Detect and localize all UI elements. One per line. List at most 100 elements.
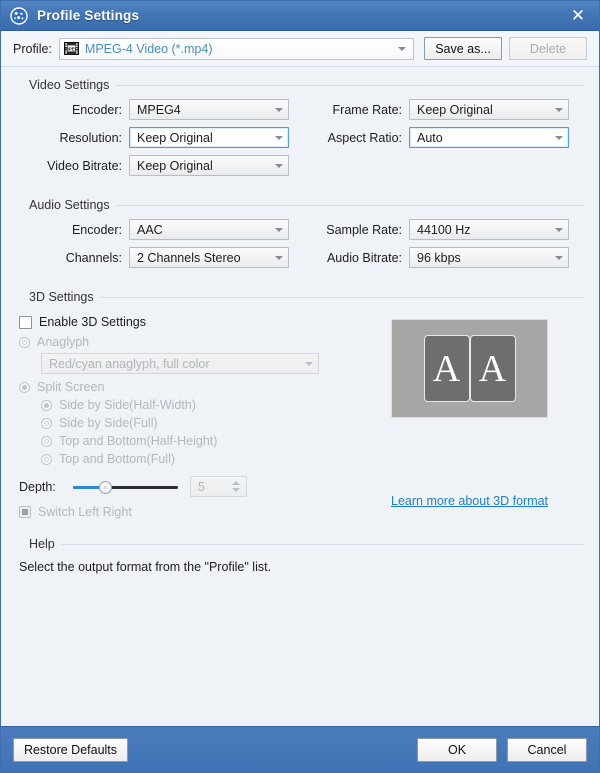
- audio-encoder-dropdown[interactable]: AAC: [129, 219, 289, 240]
- sample-rate-label: Sample Rate:: [326, 222, 402, 237]
- group-divider: [100, 296, 585, 298]
- audio-encoder-label: Encoder:: [71, 222, 122, 237]
- cancel-button[interactable]: Cancel: [507, 737, 587, 762]
- group-divider: [61, 543, 585, 545]
- switch-left-right-checkbox[interactable]: [19, 506, 31, 518]
- depth-slider-thumb[interactable]: [99, 480, 112, 494]
- depth-value: 5: [198, 479, 205, 494]
- learn-more-3d-link[interactable]: Learn more about 3D format: [391, 494, 548, 508]
- video-encoder-label: Encoder:: [71, 102, 122, 117]
- split-option-row-1[interactable]: Side by Side(Full): [41, 416, 385, 430]
- chevron-up-icon[interactable]: [231, 481, 240, 485]
- chevron-down-icon: [305, 361, 313, 366]
- depth-label: Depth:: [19, 479, 56, 494]
- split-screen-radio[interactable]: [19, 381, 30, 393]
- switch-left-right-row[interactable]: Switch Left Right: [19, 505, 385, 519]
- help-header: Help: [15, 537, 585, 551]
- chevron-down-icon: [275, 135, 283, 140]
- chevron-down-icon: [555, 255, 563, 260]
- ok-button[interactable]: OK: [417, 737, 497, 762]
- profile-label: Profile:: [13, 41, 52, 56]
- audio-encoder-value: AAC: [137, 222, 163, 237]
- video-bitrate-dropdown[interactable]: Keep Original: [129, 155, 289, 176]
- aspect-ratio-label: Aspect Ratio:: [327, 130, 402, 145]
- chevron-down-icon: [275, 255, 283, 260]
- split-screen-label: Split Screen: [37, 380, 105, 394]
- chevron-down-icon: [555, 107, 563, 112]
- preview-pane-right: A: [470, 336, 515, 401]
- chevron-down-icon: [275, 227, 283, 232]
- video-encoder-dropdown[interactable]: MPEG4: [129, 99, 289, 120]
- three-d-preview: A A: [391, 319, 548, 418]
- depth-row: Depth: 5: [19, 476, 385, 497]
- enable-3d-checkbox[interactable]: [19, 315, 32, 329]
- depth-slider[interactable]: [73, 480, 178, 494]
- dialog-footer: Restore Defaults OK Cancel: [1, 726, 599, 772]
- anaglyph-radio[interactable]: [19, 336, 30, 348]
- three-d-settings-title: 3D Settings: [29, 290, 94, 304]
- audio-bitrate-value: 96 kbps: [417, 250, 461, 265]
- split-option-row-2[interactable]: Top and Bottom(Half-Height): [41, 434, 385, 448]
- split-screen-radio-row[interactable]: Split Screen: [19, 380, 385, 394]
- profile-row: Profile: MPEG MPEG-4 Video (*.mp4) Save …: [1, 31, 599, 67]
- help-text: Select the output format from the "Profi…: [19, 560, 272, 574]
- anaglyph-label: Anaglyph: [37, 335, 90, 349]
- stepper-arrows[interactable]: [228, 481, 243, 492]
- video-row-1: Encoder: MPEG4 Frame Rate: Keep Original: [15, 99, 585, 120]
- resolution-dropdown[interactable]: Keep Original: [129, 127, 289, 148]
- chevron-down-icon[interactable]: [231, 488, 240, 492]
- profile-settings-dialog: Profile Settings ✕ Profile: MPEG MPEG-4 …: [0, 0, 600, 773]
- side-by-side-half-width-label: Side by Side(Half-Width): [59, 398, 196, 412]
- anaglyph-radio-row[interactable]: Anaglyph: [19, 335, 385, 349]
- three-d-settings-header: 3D Settings: [15, 290, 585, 304]
- top-bottom-half-height-label: Top and Bottom(Half-Height): [59, 434, 218, 448]
- dialog-body: Video Settings Encoder: MPEG4 Frame Rate…: [1, 67, 599, 726]
- resolution-label: Resolution:: [59, 130, 122, 145]
- chevron-down-icon: [398, 46, 406, 51]
- resolution-value: Keep Original: [137, 130, 213, 145]
- chevron-down-icon: [555, 227, 563, 232]
- audio-bitrate-label: Audio Bitrate:: [326, 250, 402, 265]
- side-by-side-full-radio[interactable]: [41, 417, 52, 429]
- top-bottom-full-label: Top and Bottom(Full): [59, 452, 176, 466]
- chevron-down-icon: [275, 107, 283, 112]
- audio-settings-title: Audio Settings: [29, 198, 110, 212]
- chevron-down-icon: [275, 163, 283, 168]
- side-by-side-half-width-radio[interactable]: [41, 399, 52, 411]
- audio-bitrate-dropdown[interactable]: 96 kbps: [409, 247, 569, 268]
- save-as-button[interactable]: Save as...: [424, 37, 502, 60]
- top-bottom-half-height-radio[interactable]: [41, 435, 52, 447]
- frame-rate-label: Frame Rate:: [332, 102, 402, 117]
- anaglyph-type-dropdown[interactable]: Red/cyan anaglyph, full color: [41, 353, 319, 374]
- switch-left-right-label: Switch Left Right: [38, 505, 132, 519]
- audio-row-2: Channels: 2 Channels Stereo Audio Bitrat…: [15, 247, 585, 268]
- svg-text:MPEG: MPEG: [65, 46, 79, 51]
- enable-3d-checkbox-row[interactable]: Enable 3D Settings: [19, 315, 385, 329]
- channels-dropdown[interactable]: 2 Channels Stereo: [129, 247, 289, 268]
- three-d-settings-group: 3D Settings Enable 3D Settings Anaglyph …: [15, 290, 585, 523]
- video-bitrate-label: Video Bitrate:: [47, 158, 122, 173]
- sample-rate-dropdown[interactable]: 44100 Hz: [409, 219, 569, 240]
- restore-defaults-button[interactable]: Restore Defaults: [13, 737, 128, 762]
- sample-rate-value: 44100 Hz: [417, 222, 471, 237]
- split-option-row-0[interactable]: Side by Side(Half-Width): [41, 398, 385, 412]
- group-divider: [116, 204, 585, 206]
- side-by-side-full-label: Side by Side(Full): [59, 416, 158, 430]
- window-title: Profile Settings: [37, 8, 140, 23]
- close-icon[interactable]: ✕: [563, 3, 593, 29]
- video-settings-title: Video Settings: [29, 78, 110, 92]
- top-bottom-full-radio[interactable]: [41, 453, 52, 465]
- video-settings-header: Video Settings: [15, 78, 585, 92]
- depth-stepper[interactable]: 5: [190, 476, 247, 497]
- profile-dropdown[interactable]: MPEG MPEG-4 Video (*.mp4): [58, 37, 414, 60]
- aspect-ratio-dropdown[interactable]: Auto: [409, 127, 569, 148]
- frame-rate-dropdown[interactable]: Keep Original: [409, 99, 569, 120]
- delete-button[interactable]: Delete: [509, 37, 587, 60]
- video-row-2: Resolution: Keep Original Aspect Ratio: …: [15, 127, 585, 148]
- video-settings-group: Video Settings Encoder: MPEG4 Frame Rate…: [15, 78, 585, 187]
- chevron-down-icon: [555, 135, 563, 140]
- channels-label: Channels:: [65, 250, 122, 265]
- split-option-row-3[interactable]: Top and Bottom(Full): [41, 452, 385, 466]
- profile-value: MPEG-4 Video (*.mp4): [84, 41, 213, 56]
- globe-icon: [10, 6, 28, 25]
